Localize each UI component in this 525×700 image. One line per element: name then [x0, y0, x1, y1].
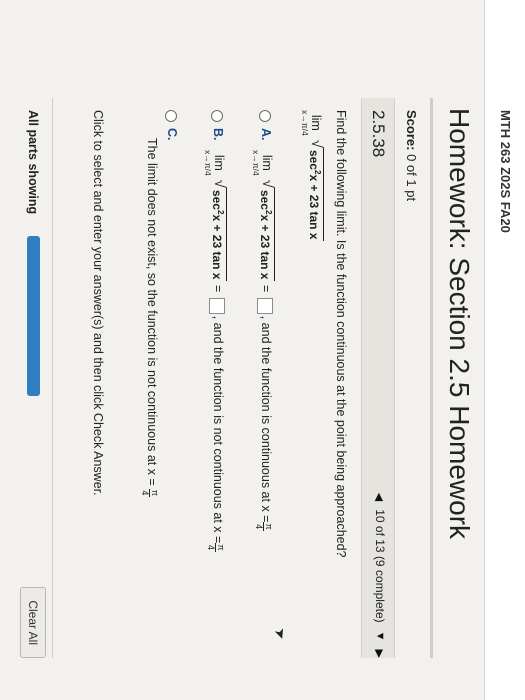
- limit-operator: lim x→π/4: [299, 110, 323, 136]
- radio-option-b[interactable]: [211, 110, 223, 122]
- limit-expression: lim x→π/4 √ sec2x + 23 tan x: [299, 110, 325, 242]
- radical-icon: √: [308, 139, 325, 148]
- title-divider: [430, 98, 433, 658]
- question-progress-text[interactable]: 10 of 13 (9 complete): [373, 509, 387, 622]
- option-b-text: , and the function is not continuous at …: [211, 315, 225, 544]
- question-prompt: Find the following limit. Is the functio…: [334, 110, 348, 558]
- score-value: 0 of 1 pt: [404, 154, 419, 202]
- option-b[interactable]: B. lim x→π/4 √ sec2x + 23 tan x = , and …: [203, 110, 228, 552]
- question-number: 2.5.38: [369, 110, 388, 158]
- answer-box-a[interactable]: [257, 297, 273, 314]
- option-c[interactable]: C.: [165, 110, 179, 150]
- radio-option-c[interactable]: [165, 110, 177, 122]
- instructions: Click to select and enter your answer(s)…: [91, 110, 105, 496]
- homework-page: MTH 263 Z02S FA20 Homework: Section 2.5 …: [0, 0, 525, 700]
- score-label: Score:: [404, 110, 419, 151]
- all-parts-label: All parts showing: [26, 110, 40, 215]
- question-bar: 2.5.38 ◀ 10 of 13 (9 complete) ▼ ▶: [361, 98, 395, 658]
- page-title: Homework: Section 2.5 Homework: [444, 108, 475, 540]
- option-c-label: C.: [165, 128, 179, 141]
- dropdown-icon[interactable]: ▼: [374, 631, 386, 642]
- progress-bar: [27, 236, 40, 396]
- pi-over-4: π 4: [206, 543, 226, 552]
- square-root: √ sec2x + 23 tan x: [307, 139, 325, 242]
- radio-option-a[interactable]: [259, 110, 271, 122]
- option-b-label: B.: [211, 128, 225, 141]
- bottom-bar: All parts showing Clear All: [12, 98, 53, 658]
- prev-question-icon[interactable]: ◀: [374, 493, 387, 501]
- question-navigator: ◀ 10 of 13 (9 complete) ▼ ▶: [373, 493, 387, 658]
- answer-box-b[interactable]: [209, 297, 225, 314]
- top-bar: MTH 263 Z02S FA20: [484, 0, 525, 700]
- option-c-text: The limit does not exist, so the functio…: [145, 138, 159, 486]
- option-c-body: The limit does not exist, so the functio…: [140, 138, 160, 497]
- option-a[interactable]: A. lim x→π/4 √ sec2x + 23 tan x = , and …: [251, 110, 276, 531]
- option-a-label: A.: [259, 128, 273, 141]
- option-a-text: , and the function is continuous at x =: [259, 315, 273, 523]
- clear-all-button[interactable]: Clear All: [20, 587, 46, 658]
- next-question-icon[interactable]: ▶: [374, 650, 387, 658]
- pi-over-4: π 4: [140, 488, 160, 497]
- score-line: Score: 0 of 1 pt: [404, 110, 419, 201]
- radical-icon: √: [259, 179, 276, 188]
- course-name: MTH 263 Z02S FA20: [498, 110, 513, 233]
- mouse-cursor-icon: ➤: [271, 625, 291, 642]
- progress-fill: [27, 236, 40, 396]
- pi-over-4: π 4: [254, 522, 274, 531]
- radical-icon: √: [211, 179, 228, 188]
